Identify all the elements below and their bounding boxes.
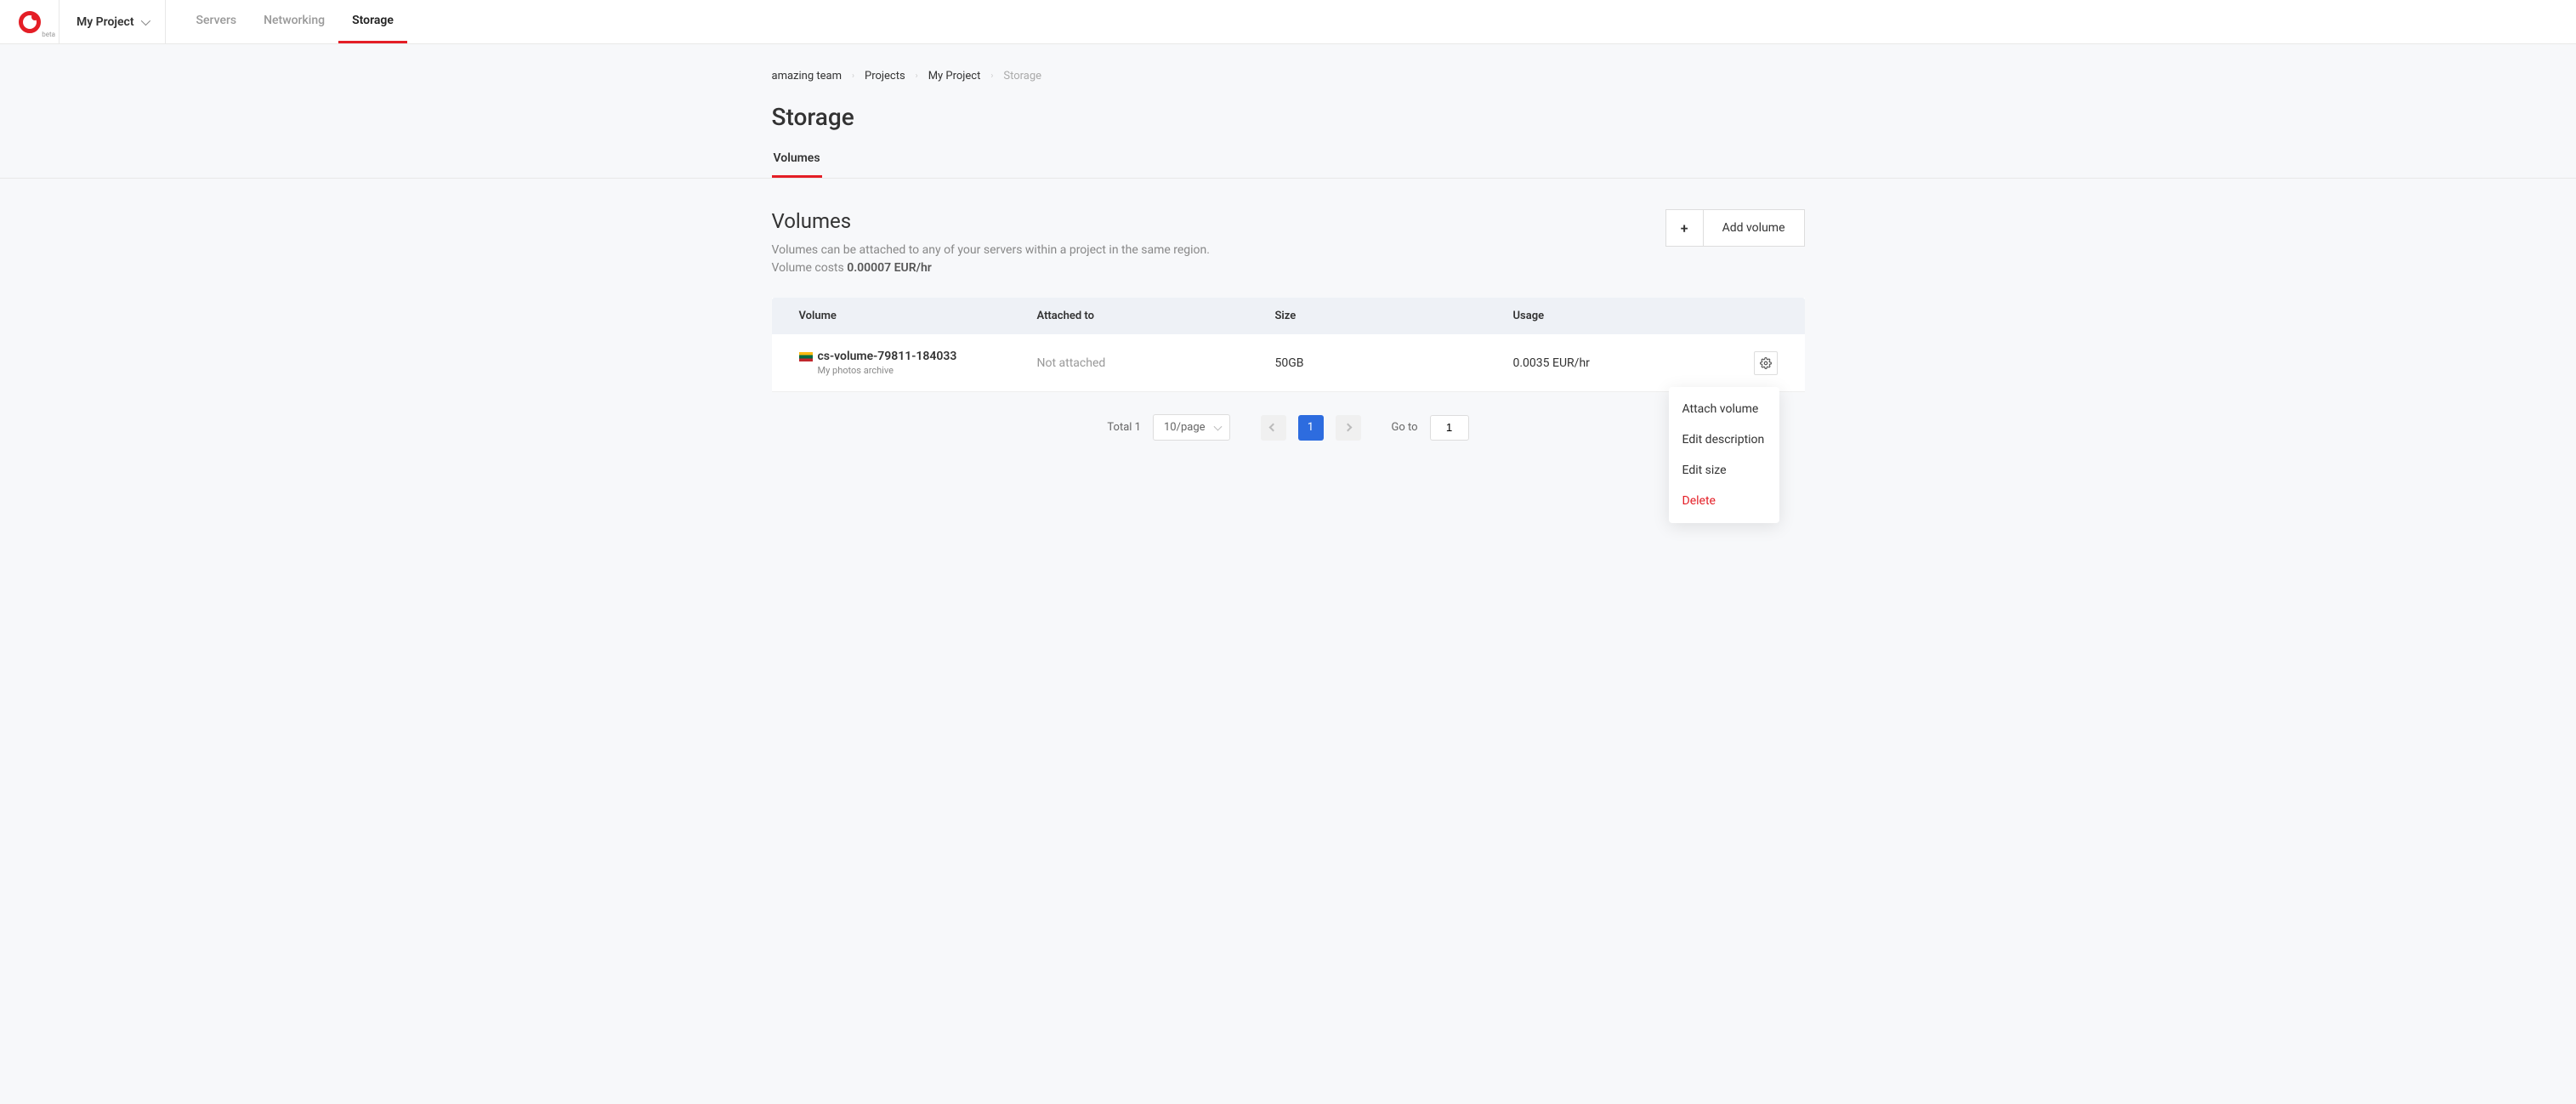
subtabs: Volumes (0, 151, 2576, 179)
logo[interactable]: beta (0, 0, 60, 43)
menu-delete[interactable]: Delete (1669, 486, 1779, 516)
volume-name[interactable]: cs-volume-79811-184033 (799, 350, 1037, 363)
flag-icon (799, 352, 813, 361)
pagination: Total 1 10/page 1 Go to (772, 414, 1805, 441)
goto-input[interactable] (1430, 415, 1469, 441)
nav-servers[interactable]: Servers (183, 0, 251, 43)
tab-volumes[interactable]: Volumes (772, 151, 822, 178)
volume-description: My photos archive (818, 365, 1037, 376)
chevron-right-icon: › (852, 71, 854, 81)
total-count: Total 1 (1107, 421, 1141, 434)
add-volume-button[interactable]: + Add volume (1665, 209, 1805, 247)
chevron-left-icon (1269, 424, 1278, 432)
nav-storage[interactable]: Storage (338, 0, 407, 43)
main-nav: Servers Networking Storage (166, 0, 407, 43)
volumes-table: Volume Attached to Size Usage cs-volume-… (772, 298, 1805, 392)
menu-edit-description[interactable]: Edit description (1669, 424, 1779, 455)
plus-icon: + (1666, 210, 1704, 246)
crumb-project[interactable]: My Project (928, 70, 981, 83)
logo-icon (19, 11, 41, 33)
menu-edit-size[interactable]: Edit size (1669, 455, 1779, 486)
nav-networking[interactable]: Networking (250, 0, 338, 43)
col-volume: Volume (799, 310, 1037, 322)
project-name: My Project (77, 15, 134, 29)
col-attached: Attached to (1037, 310, 1275, 322)
col-size: Size (1275, 310, 1513, 322)
row-actions-menu: Attach volume Edit description Edit size… (1669, 387, 1779, 523)
section-description: Volumes can be attached to any of your s… (772, 242, 1210, 277)
section-header: Volumes Volumes can be attached to any o… (772, 209, 1805, 277)
crumb-storage: Storage (1003, 70, 1041, 83)
table-row: cs-volume-79811-184033 My photos archive… (772, 334, 1805, 392)
crumb-projects[interactable]: Projects (865, 70, 905, 83)
table-header: Volume Attached to Size Usage (772, 298, 1805, 334)
page-title: Storage (772, 103, 1805, 131)
prev-page-button[interactable] (1261, 415, 1286, 441)
col-usage: Usage (1513, 310, 1735, 322)
chevron-right-icon: › (916, 71, 918, 81)
content: amazing team › Projects › My Project › S… (772, 44, 1805, 492)
volume-usage: 0.0035 EUR/hr (1513, 356, 1735, 370)
section-title: Volumes (772, 209, 1210, 233)
add-volume-label: Add volume (1704, 210, 1804, 246)
volume-size: 50GB (1275, 356, 1513, 370)
menu-attach-volume[interactable]: Attach volume (1669, 394, 1779, 424)
topbar: beta My Project Servers Networking Stora… (0, 0, 2576, 44)
page-size-select[interactable]: 10/page (1153, 414, 1230, 441)
chevron-right-icon (1344, 424, 1353, 432)
chevron-right-icon: › (990, 71, 993, 81)
section-header-left: Volumes Volumes can be attached to any o… (772, 209, 1210, 277)
beta-badge: beta (42, 31, 55, 38)
chevron-down-icon (140, 15, 150, 25)
volume-attached: Not attached (1037, 356, 1275, 370)
next-page-button[interactable] (1336, 415, 1361, 441)
goto-label: Go to (1392, 421, 1418, 434)
row-actions-button[interactable] (1754, 351, 1778, 375)
crumb-team[interactable]: amazing team (772, 70, 842, 83)
page-number-1[interactable]: 1 (1298, 415, 1324, 441)
breadcrumb: amazing team › Projects › My Project › S… (772, 70, 1805, 83)
project-picker[interactable]: My Project (60, 0, 166, 43)
gear-icon (1760, 357, 1772, 369)
